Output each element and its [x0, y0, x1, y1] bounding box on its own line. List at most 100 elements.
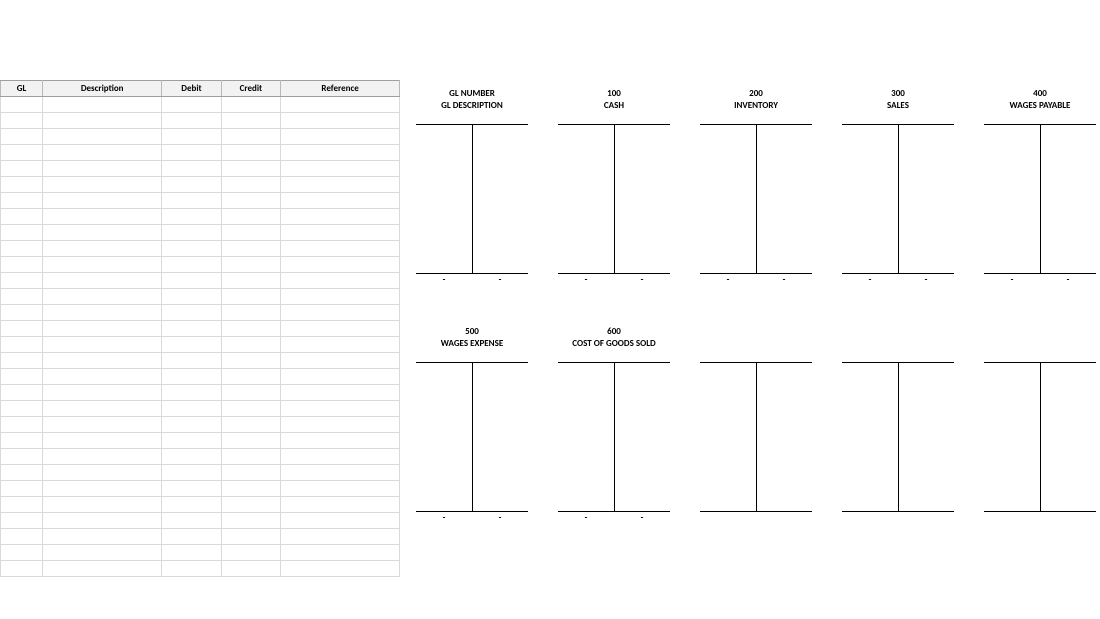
journal-cell[interactable]	[162, 385, 221, 401]
journal-cell[interactable]	[162, 321, 221, 337]
journal-cell[interactable]	[281, 337, 400, 353]
journal-cell[interactable]	[221, 113, 281, 129]
journal-cell[interactable]	[43, 465, 162, 481]
journal-cell[interactable]	[281, 401, 400, 417]
journal-cell[interactable]	[281, 369, 400, 385]
journal-cell[interactable]	[43, 385, 162, 401]
journal-cell[interactable]	[281, 433, 400, 449]
journal-cell[interactable]	[43, 481, 162, 497]
journal-cell[interactable]	[162, 273, 221, 289]
journal-cell[interactable]	[162, 129, 221, 145]
journal-cell[interactable]	[281, 321, 400, 337]
journal-cell[interactable]	[43, 225, 162, 241]
journal-cell[interactable]	[162, 193, 221, 209]
journal-cell[interactable]	[43, 113, 162, 129]
journal-cell[interactable]	[281, 417, 400, 433]
journal-cell[interactable]	[221, 145, 281, 161]
journal-cell[interactable]	[43, 529, 162, 545]
journal-cell[interactable]	[221, 385, 281, 401]
journal-cell[interactable]	[1, 481, 43, 497]
journal-cell[interactable]	[281, 241, 400, 257]
journal-cell[interactable]	[1, 385, 43, 401]
journal-cell[interactable]	[43, 561, 162, 577]
journal-cell[interactable]	[221, 497, 281, 513]
journal-cell[interactable]	[1, 513, 43, 529]
journal-cell[interactable]	[281, 545, 400, 561]
journal-cell[interactable]	[162, 337, 221, 353]
journal-cell[interactable]	[1, 241, 43, 257]
journal-cell[interactable]	[221, 529, 281, 545]
journal-cell[interactable]	[1, 529, 43, 545]
journal-cell[interactable]	[162, 481, 221, 497]
journal-cell[interactable]	[162, 417, 221, 433]
journal-cell[interactable]	[221, 241, 281, 257]
journal-cell[interactable]	[162, 433, 221, 449]
journal-cell[interactable]	[1, 401, 43, 417]
journal-cell[interactable]	[221, 273, 281, 289]
journal-cell[interactable]	[281, 225, 400, 241]
journal-cell[interactable]	[281, 305, 400, 321]
journal-cell[interactable]	[281, 145, 400, 161]
journal-cell[interactable]	[221, 465, 281, 481]
journal-cell[interactable]	[221, 337, 281, 353]
journal-cell[interactable]	[281, 481, 400, 497]
journal-cell[interactable]	[221, 401, 281, 417]
journal-cell[interactable]	[43, 193, 162, 209]
journal-cell[interactable]	[221, 561, 281, 577]
journal-cell[interactable]	[281, 289, 400, 305]
journal-cell[interactable]	[1, 497, 43, 513]
journal-cell[interactable]	[162, 161, 221, 177]
journal-cell[interactable]	[162, 401, 221, 417]
journal-cell[interactable]	[1, 289, 43, 305]
journal-cell[interactable]	[43, 241, 162, 257]
journal-cell[interactable]	[1, 129, 43, 145]
journal-cell[interactable]	[221, 177, 281, 193]
journal-cell[interactable]	[221, 161, 281, 177]
journal-cell[interactable]	[43, 337, 162, 353]
journal-cell[interactable]	[221, 193, 281, 209]
journal-cell[interactable]	[221, 97, 281, 113]
journal-cell[interactable]	[43, 369, 162, 385]
journal-cell[interactable]	[281, 193, 400, 209]
journal-cell[interactable]	[221, 513, 281, 529]
journal-cell[interactable]	[1, 273, 43, 289]
journal-cell[interactable]	[281, 385, 400, 401]
journal-cell[interactable]	[43, 145, 162, 161]
journal-cell[interactable]	[1, 305, 43, 321]
journal-cell[interactable]	[162, 289, 221, 305]
journal-cell[interactable]	[1, 465, 43, 481]
journal-cell[interactable]	[43, 353, 162, 369]
journal-cell[interactable]	[1, 209, 43, 225]
journal-cell[interactable]	[221, 369, 281, 385]
journal-cell[interactable]	[221, 289, 281, 305]
journal-cell[interactable]	[162, 497, 221, 513]
journal-cell[interactable]	[162, 465, 221, 481]
journal-cell[interactable]	[43, 497, 162, 513]
journal-cell[interactable]	[162, 225, 221, 241]
journal-cell[interactable]	[1, 97, 43, 113]
journal-cell[interactable]	[1, 321, 43, 337]
journal-cell[interactable]	[1, 145, 43, 161]
journal-cell[interactable]	[221, 321, 281, 337]
journal-cell[interactable]	[1, 545, 43, 561]
journal-cell[interactable]	[1, 369, 43, 385]
journal-cell[interactable]	[1, 113, 43, 129]
journal-cell[interactable]	[281, 529, 400, 545]
journal-cell[interactable]	[43, 209, 162, 225]
journal-cell[interactable]	[43, 129, 162, 145]
journal-cell[interactable]	[281, 273, 400, 289]
journal-cell[interactable]	[43, 321, 162, 337]
journal-cell[interactable]	[1, 257, 43, 273]
journal-cell[interactable]	[221, 545, 281, 561]
journal-cell[interactable]	[43, 449, 162, 465]
journal-cell[interactable]	[281, 497, 400, 513]
journal-cell[interactable]	[162, 209, 221, 225]
journal-cell[interactable]	[162, 177, 221, 193]
journal-cell[interactable]	[43, 257, 162, 273]
journal-cell[interactable]	[281, 465, 400, 481]
journal-cell[interactable]	[1, 193, 43, 209]
journal-cell[interactable]	[162, 529, 221, 545]
journal-cell[interactable]	[162, 97, 221, 113]
journal-cell[interactable]	[43, 177, 162, 193]
journal-cell[interactable]	[162, 241, 221, 257]
